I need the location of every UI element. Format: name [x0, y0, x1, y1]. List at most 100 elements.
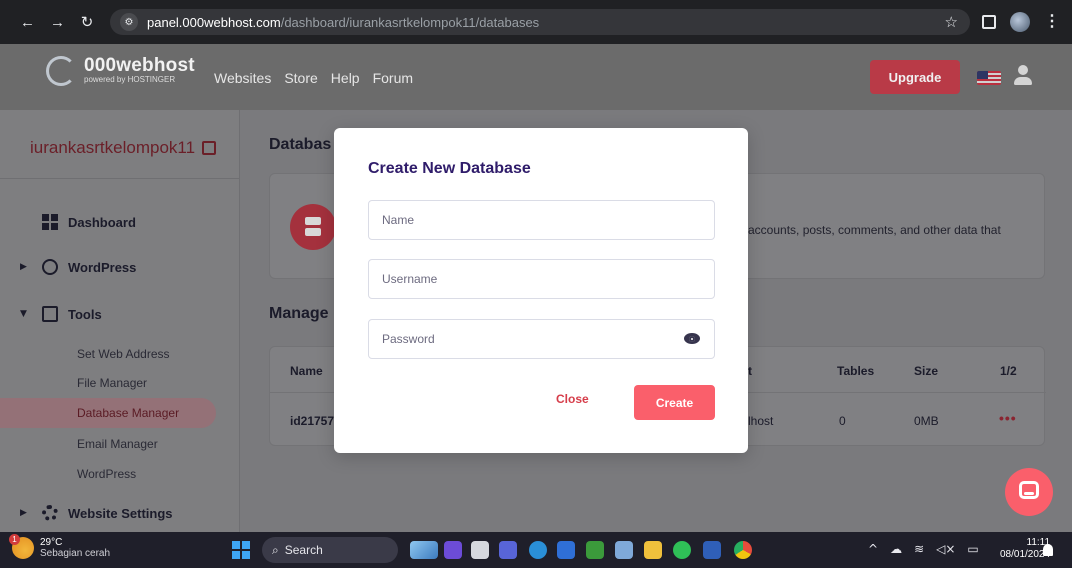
- browser-toolbar: ← → ↻ ⚙ panel.000webhost.com/dashboard/i…: [0, 0, 1072, 44]
- sidebar: iurankasrtkelompok11 Dashboard ▶ WordPre…: [0, 110, 240, 532]
- file-explorer-icon[interactable]: [644, 541, 662, 559]
- logo[interactable]: 000webhost powered by HOSTINGER: [46, 56, 195, 86]
- logo-subtitle: powered by HOSTINGER: [84, 75, 176, 84]
- task-view-icon[interactable]: [471, 541, 489, 559]
- side-panel-icon[interactable]: [982, 15, 996, 29]
- reload-icon[interactable]: ↻: [80, 13, 94, 31]
- taskbar: 1 29°C Sebagian cerah ⌕ Search ^ ☁ ≋ ◁× …: [0, 532, 1072, 568]
- gear-icon: [42, 505, 58, 521]
- sidebar-item-label: WordPress: [68, 259, 137, 275]
- nav-help[interactable]: Help: [331, 70, 360, 86]
- nav-forum[interactable]: Forum: [373, 70, 413, 86]
- table-header-host: t: [748, 364, 752, 378]
- url-host: panel.000webhost.com: [147, 14, 281, 30]
- table-pagination[interactable]: 1/2: [1000, 364, 1017, 378]
- url-path: /dashboard/iurankasrtkelompok11/database…: [280, 14, 540, 30]
- tools-icon: [42, 306, 58, 322]
- table-cell-size: 0MB: [914, 414, 939, 428]
- site-info-icon[interactable]: ⚙: [120, 13, 138, 31]
- whatsapp-icon[interactable]: [673, 541, 691, 559]
- weather-description: Sebagian cerah: [40, 548, 111, 559]
- sidebar-item-tools[interactable]: Tools: [42, 306, 102, 322]
- password-input[interactable]: [369, 320, 714, 358]
- address-bar[interactable]: ⚙ panel.000webhost.com/dashboard/iuranka…: [110, 9, 970, 35]
- forward-arrow-icon[interactable]: →: [50, 14, 65, 31]
- wifi-icon[interactable]: ≋: [914, 542, 924, 556]
- edge-icon[interactable]: [529, 541, 547, 559]
- row-menu-icon[interactable]: •••: [999, 410, 1017, 426]
- profile-avatar-icon[interactable]: [1010, 12, 1030, 32]
- taskbar-search[interactable]: ⌕ Search: [262, 537, 398, 563]
- browser-right-icons: ⋮: [982, 12, 1060, 32]
- table-cell-tables: 0: [839, 414, 846, 428]
- create-button[interactable]: Create: [634, 385, 715, 420]
- caret-down-icon: ▼: [20, 309, 27, 319]
- battery-icon[interactable]: ▭: [967, 542, 978, 556]
- word-icon[interactable]: [703, 541, 721, 559]
- weather-temperature: 29°C: [40, 537, 63, 548]
- sidebar-subitem-email-manager[interactable]: Email Manager: [77, 437, 158, 451]
- table-header-size: Size: [914, 364, 939, 378]
- wordpress-icon: [42, 259, 58, 275]
- site-header: 000webhost powered by HOSTINGER Websites…: [0, 44, 1072, 110]
- cloud-icon[interactable]: ☁: [890, 542, 902, 556]
- windows-start-icon[interactable]: [232, 541, 250, 559]
- sidebar-site-name[interactable]: iurankasrtkelompok11: [30, 138, 217, 158]
- table-header-tables: Tables: [837, 364, 875, 378]
- nav-store[interactable]: Store: [284, 70, 317, 86]
- chat-button[interactable]: [1005, 468, 1053, 516]
- back-arrow-icon[interactable]: ←: [20, 14, 35, 31]
- sidebar-subitem-file-manager[interactable]: File Manager: [77, 376, 147, 390]
- database-icon: [290, 204, 336, 250]
- sidebar-divider: [0, 178, 240, 179]
- bookmark-star-icon[interactable]: ☆: [945, 13, 958, 31]
- sidebar-item-label: Dashboard: [68, 214, 136, 230]
- sidebar-subitem-wordpress[interactable]: WordPress: [77, 467, 136, 481]
- table-header-name: Name: [290, 364, 323, 378]
- username-field[interactable]: [368, 259, 715, 299]
- eye-icon[interactable]: [684, 333, 700, 345]
- sidebar-item-label: Tools: [68, 306, 102, 322]
- site-name-label: iurankasrtkelompok11: [30, 138, 196, 157]
- browser-nav: ← → ↻: [0, 13, 110, 32]
- weather-sun-icon: 1: [9, 534, 34, 559]
- logo-mark-icon: [46, 56, 76, 86]
- speaker-icon[interactable]: ◁×: [936, 542, 955, 556]
- store-icon[interactable]: [557, 541, 575, 559]
- taskbar-app-icon[interactable]: [444, 541, 462, 559]
- weather-badge: 1: [9, 534, 20, 545]
- photos-icon[interactable]: [615, 541, 633, 559]
- tray-chevron-icon[interactable]: ^: [868, 542, 878, 556]
- teams-icon[interactable]: [499, 541, 517, 559]
- xbox-icon[interactable]: [586, 541, 604, 559]
- table-cell-host: lhost: [748, 414, 774, 428]
- top-nav: Websites Store Help Forum: [214, 70, 413, 86]
- widgets-icon[interactable]: [410, 541, 438, 559]
- nav-websites[interactable]: Websites: [214, 70, 271, 86]
- name-input[interactable]: [369, 201, 714, 239]
- caret-right-icon: ▶: [20, 262, 27, 272]
- sidebar-item-website-settings[interactable]: Website Settings: [42, 505, 173, 521]
- sidebar-subitem-database-manager[interactable]: Database Manager: [77, 406, 179, 420]
- sidebar-subitem-set-web-address[interactable]: Set Web Address: [77, 347, 170, 361]
- name-field[interactable]: [368, 200, 715, 240]
- browser-menu-icon[interactable]: ⋮: [1044, 14, 1060, 30]
- dashboard-icon: [42, 214, 58, 230]
- system-tray: ^ ☁ ≋ ◁× ▭: [868, 542, 979, 556]
- logo-brand: 000webhost: [84, 55, 195, 76]
- create-database-modal: Create New Database Close Create: [334, 128, 748, 453]
- user-icon[interactable]: [1014, 65, 1032, 87]
- password-field[interactable]: [368, 319, 715, 359]
- username-input[interactable]: [369, 260, 714, 298]
- external-link-icon: [202, 141, 217, 155]
- manage-section-title: Manage: [269, 305, 329, 322]
- upgrade-button[interactable]: Upgrade: [870, 60, 960, 94]
- sidebar-item-dashboard[interactable]: Dashboard: [42, 214, 136, 230]
- close-button[interactable]: Close: [556, 392, 589, 406]
- chrome-icon[interactable]: [734, 541, 752, 559]
- weather-widget[interactable]: 1 29°C Sebagian cerah: [9, 534, 111, 559]
- us-flag-icon[interactable]: [977, 71, 1001, 85]
- page-title: Databas: [269, 136, 332, 153]
- notification-bell-icon[interactable]: [1043, 544, 1053, 556]
- sidebar-item-wordpress[interactable]: WordPress: [42, 259, 136, 275]
